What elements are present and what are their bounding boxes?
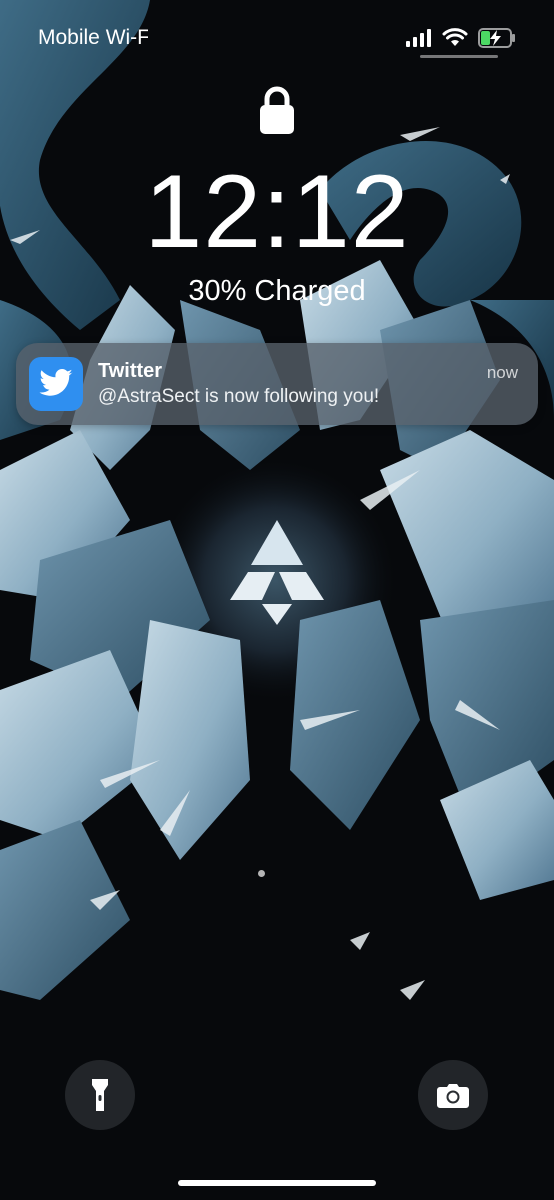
page-indicator-dot (258, 870, 265, 877)
notification-message: @AstraSect is now following you! (98, 386, 380, 407)
lock-icon (260, 86, 294, 134)
notification-time: now (486, 363, 518, 382)
twitter-app-icon (29, 357, 83, 411)
carrier-label: Mobile Wi-Fi (38, 26, 148, 49)
lock-screen-time: 12:12 (144, 154, 410, 270)
camera-icon (437, 1084, 469, 1108)
notification-app-name: Twitter (98, 360, 163, 382)
charge-status: 30% Charged (188, 275, 366, 307)
twitter-notification[interactable]: Twitter now @AstraSect is now following … (16, 343, 538, 425)
status-underline (420, 55, 498, 58)
status-bar: Mobile Wi-Fi (0, 0, 554, 60)
home-indicator[interactable] (178, 1180, 376, 1186)
status-icons (406, 26, 516, 50)
camera-button[interactable] (418, 1060, 488, 1130)
twitter-bird-icon (39, 369, 73, 396)
flashlight-icon (92, 1079, 108, 1111)
flashlight-button[interactable] (65, 1060, 135, 1130)
cellular-signal-icon (406, 29, 431, 47)
wifi-icon (442, 28, 468, 46)
battery-charging-icon (478, 28, 515, 48)
